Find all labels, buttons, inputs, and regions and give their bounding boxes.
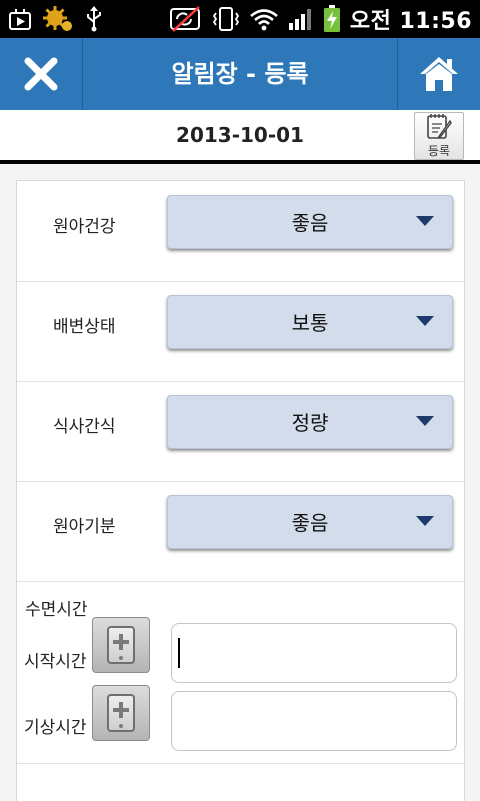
start-time-picker-button[interactable] — [92, 617, 150, 673]
sync-off-icon — [169, 6, 200, 32]
row-label: 식사간식 — [53, 417, 116, 437]
home-icon — [420, 57, 458, 91]
form-card: 원아건강 좋음 배변상태 보통 식사간식 정량 원아기분 좋음 수면시간 시작시… — [16, 180, 465, 801]
gear-notification-icon — [43, 6, 72, 31]
form-row-mood: 원아기분 좋음 — [17, 481, 464, 582]
system-icons: 오전 11:56 — [169, 4, 472, 34]
page-title: 알림장 - 등록 — [171, 60, 309, 88]
form-row-meal: 식사간식 정량 — [17, 381, 464, 482]
battery-charging-icon — [323, 5, 340, 32]
play-store-icon — [9, 9, 31, 30]
title-bar: 알림장 - 등록 — [0, 38, 480, 111]
selected-date: 2013-10-01 — [176, 123, 304, 147]
signal-icon — [288, 9, 311, 30]
sleep-time-heading: 수면시간 — [25, 600, 88, 620]
select-value: 좋음 — [291, 211, 329, 235]
close-button[interactable] — [0, 38, 83, 110]
wake-time-picker-button[interactable] — [92, 685, 150, 741]
chevron-down-icon — [416, 216, 434, 226]
date-bar: 2013-10-01 등록 — [0, 110, 480, 164]
health-select[interactable]: 좋음 — [167, 195, 453, 249]
status-time: 오전 11:56 — [349, 9, 472, 34]
bowel-select[interactable]: 보통 — [167, 295, 453, 349]
form-row-health: 원아건강 좋음 — [17, 181, 464, 282]
tablet-plus-icon — [107, 694, 135, 732]
divider — [17, 763, 464, 764]
chevron-down-icon — [416, 416, 434, 426]
status-bar: 오전 11:56 — [0, 0, 480, 38]
tablet-plus-icon — [107, 626, 135, 664]
row-label: 원아기분 — [53, 517, 116, 537]
select-value: 정량 — [291, 411, 329, 435]
select-value: 좋음 — [291, 511, 329, 535]
usb-icon — [87, 6, 101, 32]
wake-time-input[interactable] — [171, 691, 457, 751]
wifi-icon — [249, 9, 278, 31]
chevron-down-icon — [416, 316, 434, 326]
start-time-label: 시작시간 — [24, 652, 87, 672]
register-button[interactable]: 등록 — [414, 112, 464, 160]
notepad-pencil-icon — [427, 114, 452, 139]
start-time-input[interactable] — [171, 623, 457, 683]
close-icon — [24, 57, 58, 91]
wake-time-label: 기상시간 — [24, 718, 87, 738]
mood-select[interactable]: 좋음 — [167, 495, 453, 549]
form-row-bowel: 배변상태 보통 — [17, 281, 464, 382]
row-label: 배변상태 — [53, 317, 116, 337]
chevron-down-icon — [416, 516, 434, 526]
meal-select[interactable]: 정량 — [167, 395, 453, 449]
select-value: 보통 — [291, 311, 329, 335]
row-label: 원아건강 — [53, 217, 116, 237]
vibrate-icon — [212, 7, 239, 31]
home-button[interactable] — [397, 38, 480, 110]
notification-icons — [8, 6, 104, 32]
text-caret — [178, 638, 180, 668]
register-label: 등록 — [427, 144, 451, 158]
